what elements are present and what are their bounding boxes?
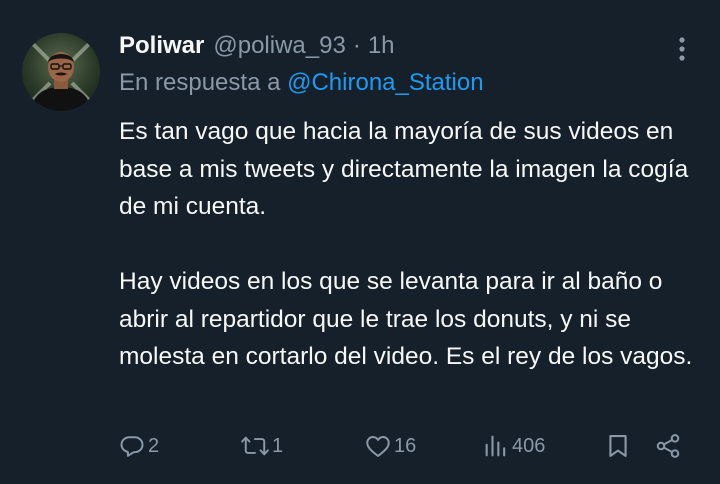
repost-button[interactable]: 1 [240, 428, 283, 464]
views-icon [485, 435, 506, 457]
reply-button[interactable]: 2 [118, 428, 159, 464]
reply-to-mention[interactable]: @Chirona_Station [287, 69, 483, 96]
action-bar: 2 1 16 406 [0, 428, 720, 464]
avatar-image [30, 41, 92, 111]
views-button[interactable]: 406 [482, 428, 545, 464]
reply-icon [120, 436, 144, 457]
like-count: 16 [394, 434, 417, 457]
tweet-text: Es tan vago que hacia la mayoría de sus … [119, 113, 709, 376]
views-count: 406 [512, 434, 546, 457]
like-button[interactable]: 16 [364, 428, 416, 464]
repost-icon [241, 436, 269, 456]
share-button[interactable] [654, 428, 682, 464]
heart-icon [366, 436, 390, 457]
tweet[interactable]: Poliwar @poliwa_93 · 1h En respuesta a @… [0, 0, 720, 484]
reply-context: En respuesta a @Chirona_Station [119, 69, 484, 97]
more-options-button[interactable] [668, 32, 696, 66]
reply-prefix: En respuesta a [119, 69, 281, 96]
bookmark-icon [609, 435, 627, 457]
tweet-paragraph: Hay videos en los que se levanta para ir… [119, 268, 693, 370]
repost-count: 1 [272, 434, 284, 457]
author-handle[interactable]: @poliwa_93 [213, 32, 345, 60]
avatar[interactable] [22, 33, 100, 111]
tweet-paragraph: Es tan vago que hacia la mayoría de sus … [119, 118, 689, 220]
author-name[interactable]: Poliwar [119, 32, 204, 60]
tweet-header: Poliwar @poliwa_93 · 1h [119, 28, 395, 64]
timestamp[interactable]: 1h [368, 32, 395, 60]
share-icon [656, 434, 680, 458]
reply-count: 2 [148, 434, 160, 457]
more-vertical-icon [679, 37, 685, 61]
bookmark-button[interactable] [604, 428, 632, 464]
separator-dot: · [352, 32, 361, 59]
